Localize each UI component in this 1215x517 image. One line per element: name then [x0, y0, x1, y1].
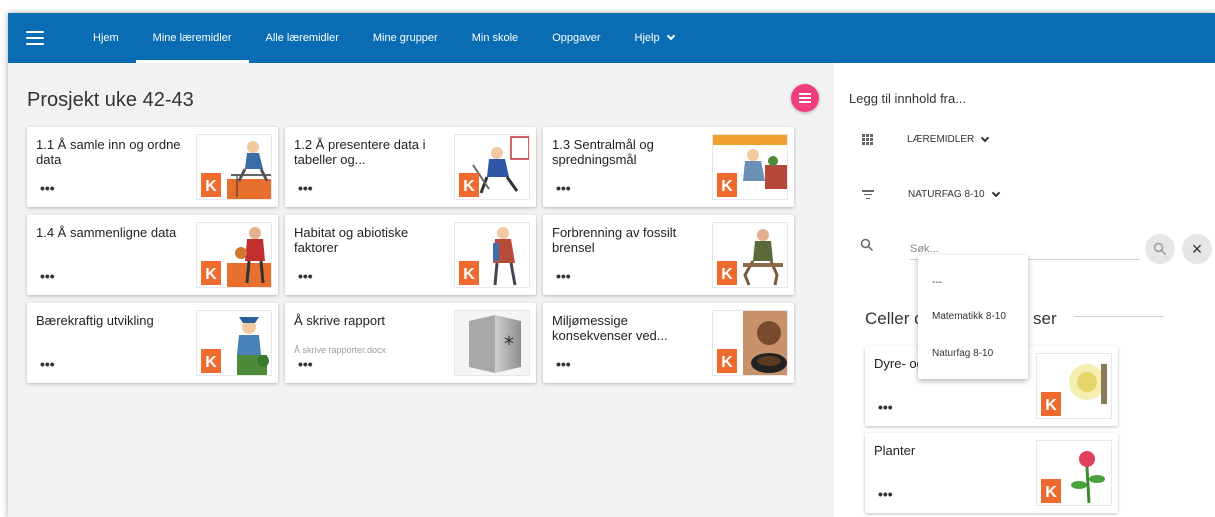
- chevron-down-icon: [981, 133, 990, 142]
- k-badge: K: [205, 266, 217, 283]
- card-menu-button[interactable]: •••: [556, 269, 571, 283]
- nav-mine-grupper[interactable]: Mine grupper: [356, 13, 455, 63]
- nav-label: Alle læremidler: [265, 32, 339, 44]
- card-thumbnail: K: [712, 134, 788, 200]
- card-menu-button[interactable]: •••: [40, 357, 55, 371]
- side-resource-card[interactable]: Planter ••• K: [865, 433, 1118, 513]
- nav-min-skole[interactable]: Min skole: [455, 13, 535, 63]
- card-thumbnail: K: [1036, 440, 1112, 506]
- k-badge: K: [463, 178, 475, 195]
- filter-icon: [862, 190, 874, 199]
- main-content: Prosjekt uke 42-43 1.1 Å samle inn og or…: [8, 63, 834, 517]
- resource-card[interactable]: Å skrive rapport Å skrive rapporter.docx…: [285, 303, 536, 383]
- section-title-end: ser: [1033, 309, 1057, 328]
- dropdown-option-none[interactable]: ---: [932, 277, 942, 288]
- hamburger-menu-icon[interactable]: [26, 31, 44, 45]
- source-label: LÆREMIDLER: [907, 134, 975, 145]
- resource-card[interactable]: 1.4 Å sammenligne data ••• K: [27, 215, 278, 295]
- close-button[interactable]: ×: [1182, 234, 1212, 264]
- panel-heading: Legg til innhold fra...: [849, 91, 967, 106]
- search-button[interactable]: [1145, 234, 1175, 264]
- card-menu-button[interactable]: •••: [298, 269, 313, 283]
- card-title: 1.4 Å sammenligne data: [36, 225, 177, 240]
- card-title: Miljømessige konsekvenser ved...: [552, 313, 668, 343]
- nav-label: Min skole: [471, 32, 519, 44]
- card-thumbnail: K: [712, 310, 788, 376]
- dropdown-option-matematikk[interactable]: Matematikk 8-10: [932, 311, 1006, 322]
- search-icon: [1153, 242, 1167, 256]
- card-thumbnail: K: [454, 134, 530, 200]
- card-menu-button[interactable]: •••: [40, 269, 55, 283]
- k-badge: K: [205, 178, 217, 195]
- card-thumbnail: K: [196, 134, 272, 200]
- resource-card[interactable]: 1.2 Å presentere data i tabeller og... •…: [285, 127, 536, 207]
- card-title: Forbrenning av fossilt brensel: [552, 225, 677, 255]
- search-row: ×: [860, 234, 1212, 264]
- resource-card[interactable]: Habitat og abiotiske faktorer ••• K: [285, 215, 536, 295]
- card-thumbnail: K: [454, 222, 530, 288]
- k-badge: K: [463, 266, 475, 283]
- card-title: Å skrive rapport: [294, 313, 386, 328]
- document-thumbnail: *: [454, 310, 530, 376]
- k-badge: K: [1045, 397, 1057, 414]
- nav-label: Hjem: [93, 32, 119, 44]
- apps-grid-icon: [862, 134, 873, 145]
- subject-label: NATURFAG 8-10: [908, 189, 985, 200]
- resource-card[interactable]: 1.1 Å samle inn og ordne data ••• K: [27, 127, 278, 207]
- nav-label: Oppgaver: [552, 32, 601, 44]
- card-menu-button[interactable]: •••: [878, 400, 893, 414]
- resource-card[interactable]: Miljømessige konsekvenser ved... ••• K: [543, 303, 794, 383]
- card-menu-button[interactable]: •••: [298, 181, 313, 195]
- nav-hjem[interactable]: Hjem: [76, 13, 136, 63]
- resource-card[interactable]: Bærekraftig utvikling ••• K: [27, 303, 278, 383]
- card-title: 1.1 Å samle inn og ordne data: [36, 137, 181, 167]
- dropdown-option-naturfag[interactable]: Naturfag 8-10: [932, 348, 993, 359]
- card-title: Habitat og abiotiske faktorer: [294, 225, 409, 255]
- document-icon: *: [469, 315, 521, 373]
- card-title: 1.2 Å presentere data i tabeller og...: [294, 137, 426, 167]
- subject-selector[interactable]: NATURFAG 8-10: [862, 188, 1000, 200]
- card-menu-button[interactable]: •••: [298, 357, 313, 371]
- top-nav: Hjem Mine læremidler Alle læremidler Min…: [8, 13, 1215, 63]
- nav-alle-laeremidler[interactable]: Alle læremidler: [249, 13, 356, 63]
- card-menu-button[interactable]: •••: [556, 181, 571, 195]
- card-title: Bærekraftig utvikling: [36, 313, 154, 328]
- k-badge: K: [205, 354, 217, 371]
- list-view-button[interactable]: [791, 84, 819, 112]
- resource-card[interactable]: 1.3 Sentralmål og spredningsmål ••• K: [543, 127, 794, 207]
- app-window: Hjem Mine læremidler Alle læremidler Min…: [8, 13, 1215, 517]
- resource-card[interactable]: Forbrenning av fossilt brensel ••• K: [543, 215, 794, 295]
- nav-oppgaver[interactable]: Oppgaver: [535, 13, 617, 63]
- k-badge: K: [721, 178, 733, 195]
- subject-dropdown: --- Matematikk 8-10 Naturfag 8-10: [918, 255, 1028, 379]
- list-icon: [799, 93, 811, 103]
- nav-mine-laeremidler[interactable]: Mine læremidler: [135, 13, 249, 63]
- card-title: Planter: [874, 443, 916, 458]
- asterisk-badge: *: [504, 332, 514, 356]
- nav-hjelp[interactable]: Hjelp: [618, 13, 691, 63]
- nav-label: Mine læremidler: [152, 32, 232, 44]
- card-menu-button[interactable]: •••: [878, 487, 893, 501]
- card-thumbnail: K: [1036, 353, 1112, 419]
- section-divider: [1074, 316, 1164, 317]
- k-badge: K: [721, 266, 733, 283]
- nav-label: Mine grupper: [372, 32, 438, 44]
- chevron-down-icon: [666, 31, 675, 41]
- card-thumbnail: K: [712, 222, 788, 288]
- card-title: 1.3 Sentralmål og spredningsmål: [552, 137, 654, 167]
- source-selector[interactable]: LÆREMIDLER: [862, 133, 990, 145]
- card-thumbnail: K: [196, 310, 272, 376]
- chevron-down-icon: [991, 188, 1000, 197]
- search-icon: [860, 238, 874, 252]
- card-thumbnail: K: [196, 222, 272, 288]
- k-badge: K: [721, 354, 733, 371]
- nav-label: Hjelp: [634, 32, 660, 44]
- k-badge: K: [1045, 484, 1057, 501]
- card-grid: 1.1 Å samle inn og ordne data ••• K 1.2 …: [27, 127, 794, 383]
- card-menu-button[interactable]: •••: [40, 181, 55, 195]
- card-filename: Å skrive rapporter.docx: [294, 345, 387, 355]
- page-title: Prosjekt uke 42-43: [27, 89, 194, 111]
- card-menu-button[interactable]: •••: [556, 357, 571, 371]
